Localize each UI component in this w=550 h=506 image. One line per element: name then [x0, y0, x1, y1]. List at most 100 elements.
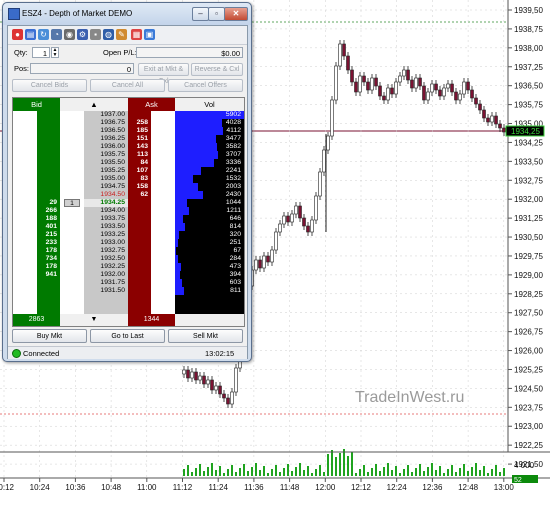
candle [454, 91, 458, 101]
title-bar[interactable]: ESZ4 - Depth of Market DEMO – ▫ ✕ [3, 3, 251, 25]
refresh-icon[interactable]: ↻ [38, 29, 49, 40]
price-tick-label: 1931,25 [514, 214, 543, 223]
candle [442, 87, 446, 97]
volume-profile-bar [175, 223, 185, 231]
price-column: 1937.00 1936.75 1936.50 1936.25 1936.00 1935.… [84, 111, 128, 314]
depth-ladder[interactable]: Bid ▲ Ask Vol 29 266 188 401 215 233 178 734 178… [12, 97, 245, 327]
link-icon[interactable]: ⚙ [77, 29, 88, 40]
cancel-bids-button[interactable]: Cancel Bids [12, 79, 87, 92]
scroll-down-arrow[interactable]: ▼ [60, 314, 128, 326]
buy-market-button[interactable]: Buy Mkt [12, 329, 87, 343]
go-to-last-button[interactable]: Go to Last [90, 329, 165, 343]
candle [418, 77, 422, 87]
pin-icon[interactable]: ● [12, 29, 23, 40]
cancel-offers-button[interactable]: Cancel Offers [168, 79, 243, 92]
volume-bar [455, 472, 457, 476]
last-qty-cell [60, 247, 84, 255]
bid-click-column[interactable] [13, 111, 37, 314]
volume-bar [375, 464, 377, 476]
last-qty-cell [60, 143, 84, 151]
volume-profile-bar [175, 175, 193, 183]
bid-size-cell [37, 191, 60, 199]
dom-window[interactable]: ESZ4 - Depth of Market DEMO – ▫ ✕ ● ▤ ↻ … [2, 2, 252, 362]
bid-size-cell [37, 143, 60, 151]
price-tick-label: 1937,25 [514, 63, 543, 72]
reverse-button[interactable]: Reverse & Cxl [191, 63, 243, 76]
candle [438, 89, 442, 97]
ask-header[interactable]: Ask [128, 98, 175, 111]
price-tick-label: 1927,50 [514, 309, 543, 318]
ask-size-cell [128, 111, 151, 119]
price-tick-label: 1939,50 [514, 6, 543, 15]
bid-size-column[interactable]: 29 266 188 401 215 233 178 734 178 941 [37, 111, 60, 314]
ask-size-cell: 151 [136, 135, 148, 142]
volume-bar [459, 468, 461, 476]
price-cell: 1932.25 [100, 263, 125, 270]
candle [430, 83, 434, 93]
volume-bar [467, 471, 469, 476]
volume-bar [391, 470, 393, 476]
price-cell: 1932.50 [100, 255, 125, 262]
candle [306, 225, 310, 233]
scroll-up-arrow[interactable]: ▲ [60, 98, 128, 111]
alert-icon[interactable]: ◉ [64, 29, 75, 40]
qty-input[interactable]: 1 [32, 47, 50, 58]
volume-bar [275, 465, 277, 476]
price-cell: 1933.00 [100, 239, 125, 246]
volume-bar [367, 472, 369, 476]
qty-row: Qty: 1 ▲ ▼ Open P/L: $0.00 [8, 47, 247, 60]
time-tick-label: 10:12 [0, 483, 15, 492]
volume-scale-label: 4 000 [514, 461, 535, 470]
settings-icon[interactable]: ◍ [103, 29, 114, 40]
volume-bar [327, 454, 329, 476]
minimize-button[interactable]: – [192, 7, 209, 21]
volume-profile-bar [175, 119, 223, 127]
bid-header[interactable]: Bid [13, 98, 60, 111]
volume-value: 811 [230, 287, 241, 294]
ask-click-column[interactable] [151, 111, 175, 314]
volume-profile-bar [175, 215, 183, 223]
layout-icon[interactable]: ▦ [131, 29, 142, 40]
time-tick-label: 12:12 [351, 483, 372, 492]
volume-bar [475, 463, 477, 476]
ask-size-cell [128, 215, 151, 223]
restore-button[interactable]: ▫ [208, 7, 225, 21]
properties-icon[interactable]: ▣ [144, 29, 155, 40]
volume-bar [363, 465, 365, 476]
qty-stepper[interactable]: ▲ ▼ [51, 47, 59, 58]
sell-market-button[interactable]: Sell Mkt [168, 329, 243, 343]
bid-size-cell [37, 159, 60, 167]
ask-size-column[interactable]: 258 185 151 143 113 84 107 83 158 62 [128, 111, 151, 314]
lock-icon[interactable]: ▪ [90, 29, 101, 40]
volume-profile-cell: 3336 [175, 159, 244, 167]
exit-market-button[interactable]: Exit at Mkt & Cxl [138, 63, 189, 85]
ask-size-cell: 143 [136, 143, 148, 150]
price-tick-label: 1930,50 [514, 233, 543, 242]
volume-profile-cell: 603 [175, 279, 244, 287]
pos-label: Pos: [14, 64, 30, 73]
bid-size-cell: 178 [45, 247, 57, 254]
volume-profile-cell: 2430 [175, 191, 244, 199]
candle [422, 85, 426, 101]
price-cell: 1934.00 [100, 207, 125, 214]
close-button[interactable]: ✕ [224, 7, 248, 21]
volume-bar [203, 471, 205, 476]
ask-size-cell: 84 [140, 159, 148, 166]
color-icon[interactable]: ✎ [116, 29, 127, 40]
connection-led-icon [12, 349, 21, 358]
bid-size-cell: 29 [49, 199, 57, 206]
cancel-all-button[interactable]: Cancel All [90, 79, 165, 92]
candle [390, 87, 394, 95]
candle [490, 115, 494, 123]
price-cell: 1933.75 [100, 215, 125, 222]
last-qty-cell [60, 263, 84, 271]
volume-bar [187, 465, 189, 476]
instrument-icon[interactable]: ▤ [25, 29, 36, 40]
volume-bar [495, 465, 497, 476]
ask-size-cell [128, 271, 151, 279]
candle [302, 217, 306, 227]
price-cell: 1934.75 [100, 183, 125, 190]
volume-profile-cell: 646 [175, 215, 244, 223]
chart-icon[interactable]: ◔ [51, 29, 62, 40]
volume-bar [231, 465, 233, 476]
